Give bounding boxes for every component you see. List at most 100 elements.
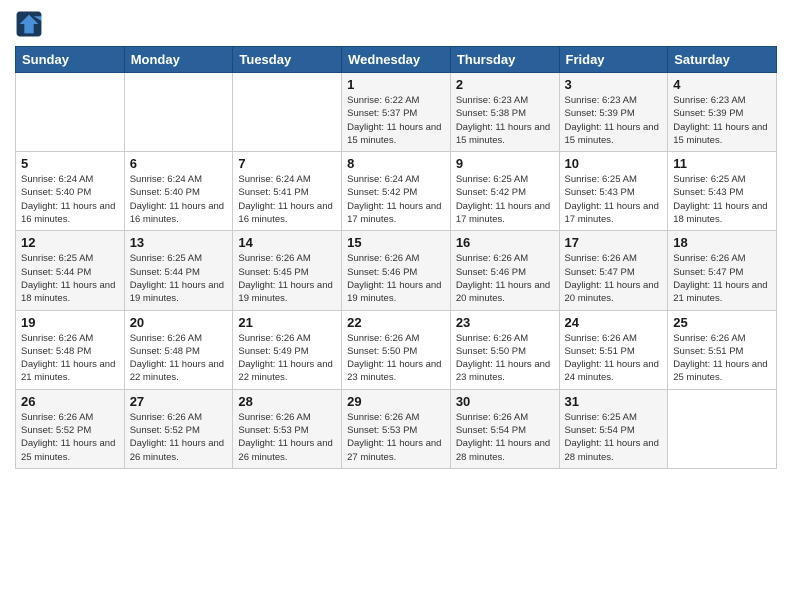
calendar-cell: 5 Sunrise: 6:24 AM Sunset: 5:40 PM Daylig… bbox=[16, 152, 125, 231]
day-info: Sunrise: 6:26 AM Sunset: 5:46 PM Dayligh… bbox=[456, 252, 554, 305]
day-number: 29 bbox=[347, 394, 445, 409]
week-row-1: 1 Sunrise: 6:22 AM Sunset: 5:37 PM Daylig… bbox=[16, 73, 777, 152]
calendar-cell: 18 Sunrise: 6:26 AM Sunset: 5:47 PM Dayli… bbox=[668, 231, 777, 310]
weekday-header-wednesday: Wednesday bbox=[342, 47, 451, 73]
weekday-header-thursday: Thursday bbox=[450, 47, 559, 73]
day-info: Sunrise: 6:26 AM Sunset: 5:49 PM Dayligh… bbox=[238, 332, 336, 385]
calendar-cell: 30Sunrise: 6:26 AM Sunset: 5:54 PM Dayli… bbox=[450, 389, 559, 468]
calendar-cell: 22 Sunrise: 6:26 AM Sunset: 5:50 PM Dayli… bbox=[342, 310, 451, 389]
calendar-cell: 27 Sunrise: 6:26 AM Sunset: 5:52 PM Dayli… bbox=[124, 389, 233, 468]
calendar-cell: 20 Sunrise: 6:26 AM Sunset: 5:48 PM Dayli… bbox=[124, 310, 233, 389]
day-number: 9 bbox=[456, 156, 554, 171]
day-number: 19 bbox=[21, 315, 119, 330]
calendar-cell: 24Sunrise: 6:26 AM Sunset: 5:51 PM Dayli… bbox=[559, 310, 668, 389]
weekday-header-monday: Monday bbox=[124, 47, 233, 73]
day-info: Sunrise: 6:25 AM Sunset: 5:42 PM Dayligh… bbox=[456, 173, 554, 226]
day-info: Sunrise: 6:23 AM Sunset: 5:38 PM Dayligh… bbox=[456, 94, 554, 147]
day-info: Sunrise: 6:25 AM Sunset: 5:44 PM Dayligh… bbox=[21, 252, 119, 305]
day-info: Sunrise: 6:24 AM Sunset: 5:42 PM Dayligh… bbox=[347, 173, 445, 226]
calendar-cell: 14 Sunrise: 6:26 AM Sunset: 5:45 PM Dayli… bbox=[233, 231, 342, 310]
day-info: Sunrise: 6:26 AM Sunset: 5:47 PM Dayligh… bbox=[565, 252, 663, 305]
week-row-4: 19 Sunrise: 6:26 AM Sunset: 5:48 PM Dayli… bbox=[16, 310, 777, 389]
calendar-cell: 21 Sunrise: 6:26 AM Sunset: 5:49 PM Dayli… bbox=[233, 310, 342, 389]
day-number: 12 bbox=[21, 235, 119, 250]
calendar-cell: 23 Sunrise: 6:26 AM Sunset: 5:50 PM Dayli… bbox=[450, 310, 559, 389]
day-number: 6 bbox=[130, 156, 228, 171]
day-info: Sunrise: 6:26 AM Sunset: 5:48 PM Dayligh… bbox=[21, 332, 119, 385]
day-info: Sunrise: 6:26 AM Sunset: 5:53 PM Dayligh… bbox=[347, 411, 445, 464]
day-info: Sunrise: 6:25 AM Sunset: 5:54 PM Dayligh… bbox=[565, 411, 663, 464]
day-info: Sunrise: 6:26 AM Sunset: 5:50 PM Dayligh… bbox=[347, 332, 445, 385]
day-number: 26 bbox=[21, 394, 119, 409]
calendar-cell: 3 Sunrise: 6:23 AM Sunset: 5:39 PM Daylig… bbox=[559, 73, 668, 152]
day-info: Sunrise: 6:23 AM Sunset: 5:39 PM Dayligh… bbox=[673, 94, 771, 147]
day-number: 22 bbox=[347, 315, 445, 330]
calendar-cell: 28Sunrise: 6:26 AM Sunset: 5:53 PM Dayli… bbox=[233, 389, 342, 468]
calendar-cell: 10Sunrise: 6:25 AM Sunset: 5:43 PM Dayli… bbox=[559, 152, 668, 231]
calendar-cell: 7 Sunrise: 6:24 AM Sunset: 5:41 PM Daylig… bbox=[233, 152, 342, 231]
day-info: Sunrise: 6:26 AM Sunset: 5:51 PM Dayligh… bbox=[565, 332, 663, 385]
calendar-cell bbox=[233, 73, 342, 152]
calendar-cell: 15 Sunrise: 6:26 AM Sunset: 5:46 PM Dayli… bbox=[342, 231, 451, 310]
day-number: 25 bbox=[673, 315, 771, 330]
calendar-cell: 31 Sunrise: 6:25 AM Sunset: 5:54 PM Dayli… bbox=[559, 389, 668, 468]
calendar-cell: 4 Sunrise: 6:23 AM Sunset: 5:39 PM Daylig… bbox=[668, 73, 777, 152]
day-info: Sunrise: 6:24 AM Sunset: 5:41 PM Dayligh… bbox=[238, 173, 336, 226]
day-number: 8 bbox=[347, 156, 445, 171]
calendar-cell: 6 Sunrise: 6:24 AM Sunset: 5:40 PM Daylig… bbox=[124, 152, 233, 231]
weekday-header-saturday: Saturday bbox=[668, 47, 777, 73]
calendar-cell: 9 Sunrise: 6:25 AM Sunset: 5:42 PM Daylig… bbox=[450, 152, 559, 231]
day-info: Sunrise: 6:25 AM Sunset: 5:43 PM Dayligh… bbox=[673, 173, 771, 226]
day-info: Sunrise: 6:24 AM Sunset: 5:40 PM Dayligh… bbox=[130, 173, 228, 226]
calendar-cell: 13Sunrise: 6:25 AM Sunset: 5:44 PM Dayli… bbox=[124, 231, 233, 310]
weekday-header-friday: Friday bbox=[559, 47, 668, 73]
day-info: Sunrise: 6:26 AM Sunset: 5:50 PM Dayligh… bbox=[456, 332, 554, 385]
day-number: 21 bbox=[238, 315, 336, 330]
calendar-cell: 26 Sunrise: 6:26 AM Sunset: 5:52 PM Dayli… bbox=[16, 389, 125, 468]
calendar-cell: 1 Sunrise: 6:22 AM Sunset: 5:37 PM Daylig… bbox=[342, 73, 451, 152]
day-number: 16 bbox=[456, 235, 554, 250]
day-number: 20 bbox=[130, 315, 228, 330]
calendar-table: SundayMondayTuesdayWednesdayThursdayFrid… bbox=[15, 46, 777, 469]
day-info: Sunrise: 6:24 AM Sunset: 5:40 PM Dayligh… bbox=[21, 173, 119, 226]
calendar-cell: 12 Sunrise: 6:25 AM Sunset: 5:44 PM Dayli… bbox=[16, 231, 125, 310]
day-number: 23 bbox=[456, 315, 554, 330]
day-info: Sunrise: 6:22 AM Sunset: 5:37 PM Dayligh… bbox=[347, 94, 445, 147]
day-number: 14 bbox=[238, 235, 336, 250]
day-number: 15 bbox=[347, 235, 445, 250]
day-number: 2 bbox=[456, 77, 554, 92]
week-row-5: 26 Sunrise: 6:26 AM Sunset: 5:52 PM Dayli… bbox=[16, 389, 777, 468]
weekday-header-tuesday: Tuesday bbox=[233, 47, 342, 73]
day-number: 17 bbox=[565, 235, 663, 250]
calendar-cell: 25Sunrise: 6:26 AM Sunset: 5:51 PM Dayli… bbox=[668, 310, 777, 389]
weekday-header-sunday: Sunday bbox=[16, 47, 125, 73]
calendar-cell: 2 Sunrise: 6:23 AM Sunset: 5:38 PM Daylig… bbox=[450, 73, 559, 152]
day-info: Sunrise: 6:26 AM Sunset: 5:48 PM Dayligh… bbox=[130, 332, 228, 385]
calendar-page: SundayMondayTuesdayWednesdayThursdayFrid… bbox=[0, 0, 792, 612]
day-info: Sunrise: 6:23 AM Sunset: 5:39 PM Dayligh… bbox=[565, 94, 663, 147]
day-number: 18 bbox=[673, 235, 771, 250]
calendar-cell: 17 Sunrise: 6:26 AM Sunset: 5:47 PM Dayli… bbox=[559, 231, 668, 310]
day-number: 1 bbox=[347, 77, 445, 92]
day-number: 10 bbox=[565, 156, 663, 171]
day-info: Sunrise: 6:26 AM Sunset: 5:45 PM Dayligh… bbox=[238, 252, 336, 305]
logo bbox=[15, 10, 47, 38]
calendar-cell bbox=[124, 73, 233, 152]
day-number: 5 bbox=[21, 156, 119, 171]
day-number: 31 bbox=[565, 394, 663, 409]
day-info: Sunrise: 6:26 AM Sunset: 5:52 PM Dayligh… bbox=[130, 411, 228, 464]
day-number: 27 bbox=[130, 394, 228, 409]
logo-icon bbox=[15, 10, 43, 38]
calendar-cell: 8 Sunrise: 6:24 AM Sunset: 5:42 PM Daylig… bbox=[342, 152, 451, 231]
day-number: 28 bbox=[238, 394, 336, 409]
day-info: Sunrise: 6:26 AM Sunset: 5:47 PM Dayligh… bbox=[673, 252, 771, 305]
calendar-cell: 11Sunrise: 6:25 AM Sunset: 5:43 PM Dayli… bbox=[668, 152, 777, 231]
day-info: Sunrise: 6:26 AM Sunset: 5:54 PM Dayligh… bbox=[456, 411, 554, 464]
day-number: 4 bbox=[673, 77, 771, 92]
day-number: 3 bbox=[565, 77, 663, 92]
day-info: Sunrise: 6:26 AM Sunset: 5:52 PM Dayligh… bbox=[21, 411, 119, 464]
day-info: Sunrise: 6:26 AM Sunset: 5:46 PM Dayligh… bbox=[347, 252, 445, 305]
day-number: 7 bbox=[238, 156, 336, 171]
calendar-cell: 29 Sunrise: 6:26 AM Sunset: 5:53 PM Dayli… bbox=[342, 389, 451, 468]
day-info: Sunrise: 6:25 AM Sunset: 5:44 PM Dayligh… bbox=[130, 252, 228, 305]
